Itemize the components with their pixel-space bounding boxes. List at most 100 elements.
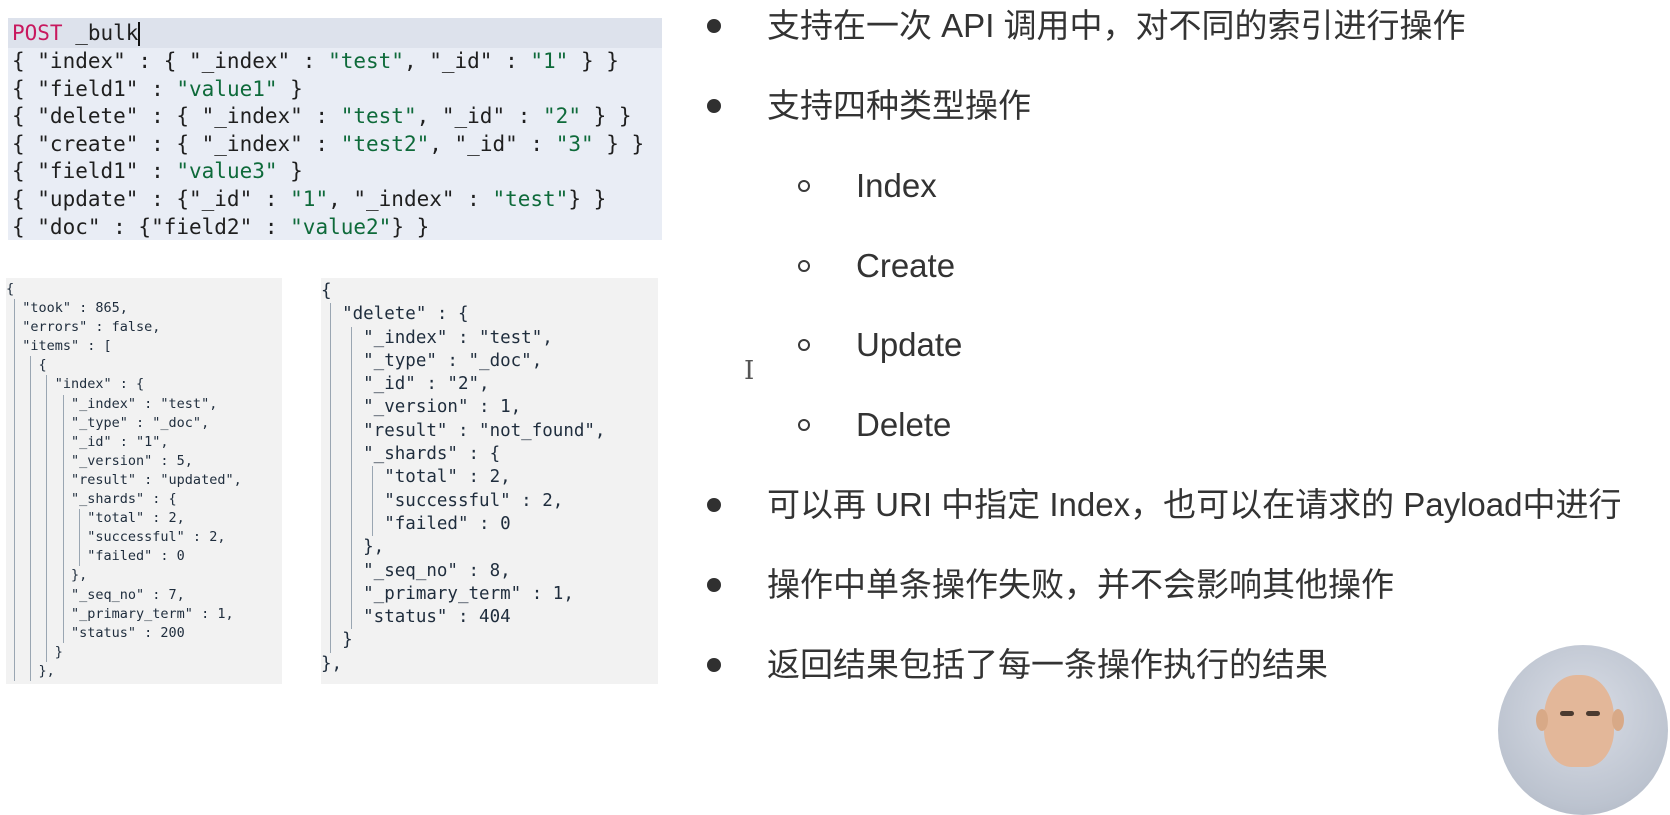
presenter-head xyxy=(1544,675,1614,767)
response-line: "_id" : "2", xyxy=(321,374,490,395)
response-line: "_type" : "_doc", xyxy=(6,414,210,431)
bullet-text: 操作中单条操作失败，并不会影响其他操作 xyxy=(767,566,1394,603)
response-line: { xyxy=(321,281,332,301)
filled-bullet-icon xyxy=(707,578,721,592)
code-text: , "_id" : xyxy=(429,131,556,156)
filled-bullet-icon xyxy=(707,498,721,512)
code-text: , "_id" : xyxy=(403,49,531,73)
response-line: }, xyxy=(71,567,88,584)
bullet-text: Update xyxy=(856,326,963,363)
bullet-text: 支持四种类型操作 xyxy=(767,87,1031,124)
string-value: "2" xyxy=(543,104,581,129)
bullet-text: Delete xyxy=(856,406,952,443)
indent-guide xyxy=(78,509,80,567)
response-lines: { "took" : 865, "errors" : false, "items… xyxy=(6,280,242,681)
bullet-text: 可以再 URI 中指定 Index，也可以在请求的 Payload中进行 xyxy=(767,486,1622,523)
response-line: "errors" : false, xyxy=(6,319,161,336)
response-line: "_seq_no" : 7, xyxy=(6,586,185,603)
filled-bullet-icon xyxy=(707,19,721,33)
bullet-text: 返回结果包括了每一条操作执行的结果 xyxy=(767,646,1328,683)
string-value: "value2" xyxy=(290,214,392,239)
response-line: "_version" : 5, xyxy=(6,452,193,469)
response-line: "successful" : 2, xyxy=(6,529,226,546)
response-line: "_primary_term" : 1, xyxy=(321,583,574,604)
request-line: { "create" : { "_index" : "test2", "_id"… xyxy=(12,131,644,159)
filled-bullet-icon xyxy=(707,99,721,113)
request-line: { "field1" : "value3" } xyxy=(12,158,644,186)
presenter-ear xyxy=(1536,709,1548,731)
request-line: { "index" : { "_index" : "test", "_id" :… xyxy=(12,48,644,76)
code-text: , "_index" : xyxy=(328,186,493,211)
presenter-ear xyxy=(1612,709,1624,731)
indent-guide xyxy=(351,326,353,630)
response-line: "_shards" : { xyxy=(6,491,177,508)
hollow-bullet-icon xyxy=(798,419,810,431)
indent-guide xyxy=(30,356,32,681)
response-line: "_id" : "1", xyxy=(6,433,169,450)
string-value: "test" xyxy=(340,104,417,129)
indent-guide xyxy=(62,394,64,643)
request-line: { "update" : {"_id" : "1", "_index" : "t… xyxy=(12,186,644,214)
response-line: }, xyxy=(38,662,55,679)
response-line: "status" : 200 xyxy=(6,624,185,641)
response-lines: { "delete" : { "_index" : "test", "_type… xyxy=(321,280,605,676)
hollow-bullet-icon xyxy=(798,180,810,192)
code-text: { "update" : {"_id" : xyxy=(12,186,291,211)
indent-guide xyxy=(14,299,16,681)
request-method-line: POST _bulk xyxy=(12,18,644,48)
code-text: } } xyxy=(593,131,645,156)
text-cursor-icon: I xyxy=(744,356,755,386)
code-text: } } xyxy=(391,214,430,239)
response-line: } xyxy=(6,643,63,660)
presenter-webcam xyxy=(1498,645,1668,815)
response-line: "index" : { xyxy=(6,376,145,393)
response-line: "total" : 2, xyxy=(6,510,185,527)
response-line: "status" : 404 xyxy=(321,607,511,628)
filled-bullet-icon xyxy=(707,658,721,672)
request-editor[interactable]: POST _bulk{ "index" : { "_index" : "test… xyxy=(8,18,662,240)
response-panel-delete: { "delete" : { "_index" : "test", "_type… xyxy=(321,278,658,684)
code-text: { "create" : { "_index" : xyxy=(12,131,341,156)
code-text: { "field1" : xyxy=(12,159,177,184)
code-text: { "delete" : { "_index" : xyxy=(12,104,341,129)
request-line: { "doc" : {"field2" : "value2"} } xyxy=(12,214,644,240)
response-line: "_seq_no" : 8, xyxy=(321,560,511,581)
response-line: "_index" : "test", xyxy=(321,327,553,348)
hollow-bullet-icon xyxy=(798,260,810,272)
response-line: "items" : [ xyxy=(6,338,112,355)
code-text: , "_id" : xyxy=(416,104,544,129)
bullet-text: Create xyxy=(856,247,956,284)
bullet-text: 支持在一次 API 调用中，对不同的索引进行操作 xyxy=(767,7,1466,44)
response-line: } xyxy=(321,630,353,651)
response-line: "_index" : "test", xyxy=(6,395,218,412)
code-text: { "doc" : {"field2" : xyxy=(12,214,291,239)
response-line: "delete" : { xyxy=(321,304,469,325)
code-text: { "field1" : xyxy=(12,76,177,101)
indent-guide xyxy=(330,303,332,653)
string-value: "test" xyxy=(328,49,404,73)
response-line: "failed" : 0 xyxy=(6,548,185,565)
response-line: "failed" : 0 xyxy=(321,513,511,534)
response-line: "total" : 2, xyxy=(321,467,511,488)
request-line: { "field1" : "value1" } xyxy=(12,76,644,104)
presenter-eye xyxy=(1586,711,1600,716)
response-line: "result" : "updated", xyxy=(6,471,242,488)
response-line: "took" : 865, xyxy=(6,300,128,317)
request-line: { "delete" : { "_index" : "test", "_id" … xyxy=(12,103,644,131)
code-text: } } xyxy=(568,49,619,73)
code-text: } xyxy=(277,76,303,101)
response-line: "result" : "not_found", xyxy=(321,420,606,441)
response-line: "_type" : "_doc", xyxy=(321,350,543,371)
response-line: "_shards" : { xyxy=(321,444,501,465)
code-text: _bulk xyxy=(62,21,139,45)
code-text: } } xyxy=(580,104,632,129)
response-line: { xyxy=(6,357,47,374)
hollow-bullet-icon xyxy=(798,339,810,351)
response-panel-index: { "took" : 865, "errors" : false, "items… xyxy=(6,278,282,684)
string-value: "value3" xyxy=(176,159,278,184)
presenter-eye xyxy=(1560,711,1574,716)
response-line: { xyxy=(6,281,15,297)
response-line: }, xyxy=(321,653,343,674)
code-text: } xyxy=(277,159,303,184)
string-value: "test2" xyxy=(340,131,430,156)
